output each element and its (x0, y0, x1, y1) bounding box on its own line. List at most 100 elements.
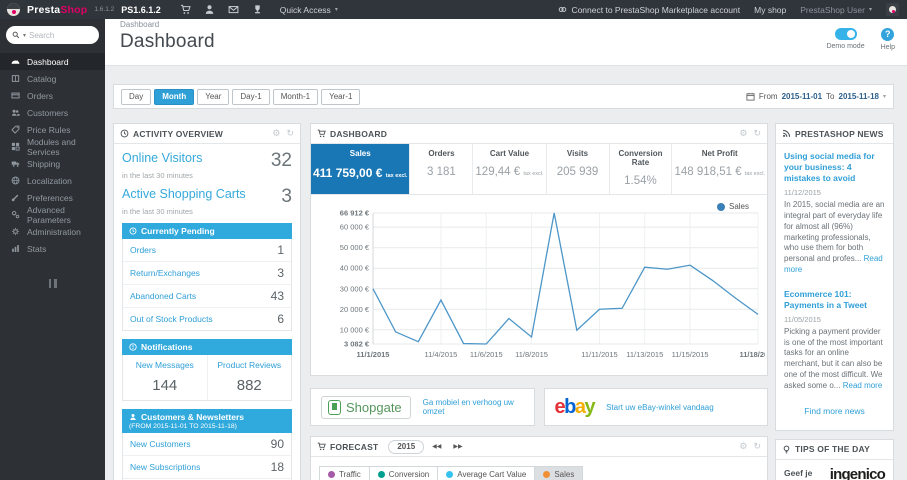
range-button-day[interactable]: Day (121, 88, 152, 105)
panel-title: PRESTASHOP NEWS (795, 128, 884, 139)
page-title: Dashboard (120, 31, 215, 52)
legend-traffic-button[interactable]: Traffic (319, 465, 370, 480)
quick-access-menu[interactable]: Quick Access ▾ (280, 5, 338, 15)
previous-year-button[interactable]: ◀◀ (428, 440, 445, 453)
person-icon (129, 413, 137, 421)
demo-mode-toggle[interactable] (834, 28, 857, 40)
sidebar-search[interactable]: ▾ (6, 26, 99, 44)
news-article-body: In 2015, social media are an integral pa… (784, 200, 885, 274)
sidebar-item-stats[interactable]: Stats (0, 240, 105, 257)
read-more-link[interactable]: Read more (843, 381, 883, 390)
sidebar-item-orders[interactable]: Orders (0, 87, 105, 104)
chart-legend[interactable]: Sales (716, 202, 749, 211)
range-button-year[interactable]: Year (197, 88, 230, 105)
kpi-net-profit[interactable]: Net Profit 148 918,51 € tax excl. (671, 144, 767, 194)
prestashop-news-panel: PRESTASHOP NEWS Using social media for y… (775, 123, 894, 431)
collapse-sidebar-button[interactable] (47, 279, 59, 288)
sidebar-item-catalog[interactable]: Catalog (0, 70, 105, 87)
kpi-sales[interactable]: Sales 411 759,00 € tax excl. (311, 144, 410, 194)
cart-icon[interactable] (180, 4, 191, 15)
currently-pending-header: Currently Pending (122, 223, 292, 239)
legend-dot-icon (716, 202, 725, 211)
product-reviews-link[interactable]: Product Reviews (210, 360, 290, 370)
sidebar-item-preferences[interactable]: Preferences (0, 189, 105, 206)
online-visitors-sub: in the last 30 minutes (122, 171, 193, 180)
page-header: Dashboard Dashboard Demo mode ? Help (105, 19, 907, 66)
sidebar-item-administration[interactable]: Administration (0, 223, 105, 240)
search-scope-caret-icon[interactable]: ▾ (23, 32, 26, 39)
user-avatar[interactable] (886, 3, 899, 16)
caret-down-icon: ▾ (882, 94, 886, 100)
prestashop-logo-icon (7, 3, 20, 16)
online-visitors-value: 32 (270, 150, 292, 171)
trophy-icon[interactable] (252, 4, 263, 15)
sidebar-item-advanced-parameters[interactable]: Advanced Parameters (0, 205, 105, 225)
messages-icon[interactable] (228, 4, 239, 15)
svg-text:60 000 €: 60 000 € (340, 223, 370, 232)
svg-text:20 000 €: 20 000 € (340, 305, 370, 314)
panel-refresh-icon[interactable]: ↻ (753, 442, 761, 451)
sidebar-item-price-rules[interactable]: Price Rules (0, 121, 105, 138)
range-button-month-1[interactable]: Month-1 (272, 88, 319, 105)
sidebar-menu: Dashboard Catalog Orders Customers Price… (0, 53, 105, 257)
new-customers-link[interactable]: New Customers (130, 439, 190, 449)
abandoned-carts-link[interactable]: Abandoned Carts (130, 291, 196, 301)
svg-text:11/13/2015: 11/13/2015 (626, 350, 663, 359)
calendar-icon (746, 92, 755, 101)
marketplace-connect-link[interactable]: Connect to PrestaShop Marketplace accoun… (558, 5, 740, 15)
sidebar-item-modules[interactable]: Modules and Services (0, 137, 105, 157)
legend-average-cart-value-button[interactable]: Average Cart Value (437, 465, 536, 480)
panel-title: DASHBOARD (330, 128, 388, 139)
kpi-conversion-rate[interactable]: Conversion Rate 1.54% (608, 144, 672, 194)
active-carts-link[interactable]: Active Shopping Carts (122, 187, 246, 201)
orders-link[interactable]: Orders (130, 245, 156, 255)
next-year-button[interactable]: ▶▶ (449, 440, 466, 453)
out-of-stock-link[interactable]: Out of Stock Products (130, 314, 213, 324)
my-shop-link[interactable]: My shop (754, 5, 786, 15)
legend-conversion-button[interactable]: Conversion (368, 465, 439, 480)
notifications-header: Notifications (122, 339, 292, 355)
svg-text:11/1/2015: 11/1/2015 (357, 350, 390, 359)
shopgate-logo[interactable]: Shopgate (321, 395, 411, 419)
find-more-news-link[interactable]: Find more news (784, 406, 885, 416)
range-button-year-1[interactable]: Year-1 (321, 88, 361, 105)
new-messages-link[interactable]: New Messages (125, 360, 205, 370)
sidebar-item-shipping[interactable]: Shipping (0, 155, 105, 172)
kpi-orders[interactable]: Orders 3 181 (409, 144, 472, 194)
new-subscriptions-link[interactable]: New Subscriptions (130, 462, 200, 472)
panel-refresh-icon[interactable]: ↻ (286, 129, 294, 138)
legend-sales-button[interactable]: Sales (534, 465, 584, 480)
brand-version: 1.6.1.2 (94, 6, 115, 13)
panel-title: TIPS OF THE DAY (795, 444, 870, 455)
ebay-link[interactable]: Start uw eBay-winkel vandaag (606, 403, 714, 412)
panel-refresh-icon[interactable]: ↻ (753, 129, 761, 138)
lightbulb-icon (782, 445, 791, 454)
shopgate-banner: Shopgate Ga mobiel en verhoog uw omzet (310, 388, 535, 426)
search-input[interactable] (29, 30, 82, 40)
sidebar: ▾ Dashboard Catalog Orders Customers Pri… (0, 19, 105, 480)
sidebar-item-localization[interactable]: Localization (0, 172, 105, 189)
ingenico-logo[interactable]: ingenico Payment services (819, 467, 886, 480)
employee-icon[interactable] (204, 4, 215, 15)
user-menu[interactable]: PrestaShop User ▾ (800, 5, 872, 15)
news-article-body: Picking a payment provider is one of the… (784, 326, 883, 390)
online-visitors-link[interactable]: Online Visitors (122, 151, 202, 165)
sidebar-item-customers[interactable]: Customers (0, 104, 105, 121)
range-button-month[interactable]: Month (154, 88, 195, 105)
kpi-visits[interactable]: Visits 205 939 (545, 144, 609, 194)
help-icon[interactable]: ? (881, 28, 895, 41)
panel-settings-icon[interactable]: ⚙ (739, 129, 747, 138)
panel-settings-icon[interactable]: ⚙ (739, 442, 747, 451)
ebay-logo[interactable]: ebay (555, 397, 596, 417)
panel-settings-icon[interactable]: ⚙ (272, 129, 280, 138)
returns-link[interactable]: Return/Exchanges (130, 268, 200, 278)
range-button-day-1[interactable]: Day-1 (232, 88, 270, 105)
kpi-cart-value[interactable]: Cart Value 129,44 € tax excl. (472, 144, 545, 194)
svg-text:10 000 €: 10 000 € (340, 325, 370, 334)
shopgate-link[interactable]: Ga mobiel en verhoog uw omzet (423, 398, 524, 416)
sidebar-item-dashboard[interactable]: Dashboard (0, 53, 105, 70)
pending-table: Orders 1 Return/Exchanges 3 Abandoned Cart… (122, 239, 292, 331)
news-article-title[interactable]: Ecommerce 101: Payments in a Tweet (784, 289, 885, 311)
news-article-title[interactable]: Using social media for your business: 4 … (784, 151, 885, 184)
date-range-picker[interactable]: From 2015-11-01 To 2015-11-18 ▾ (746, 92, 886, 101)
